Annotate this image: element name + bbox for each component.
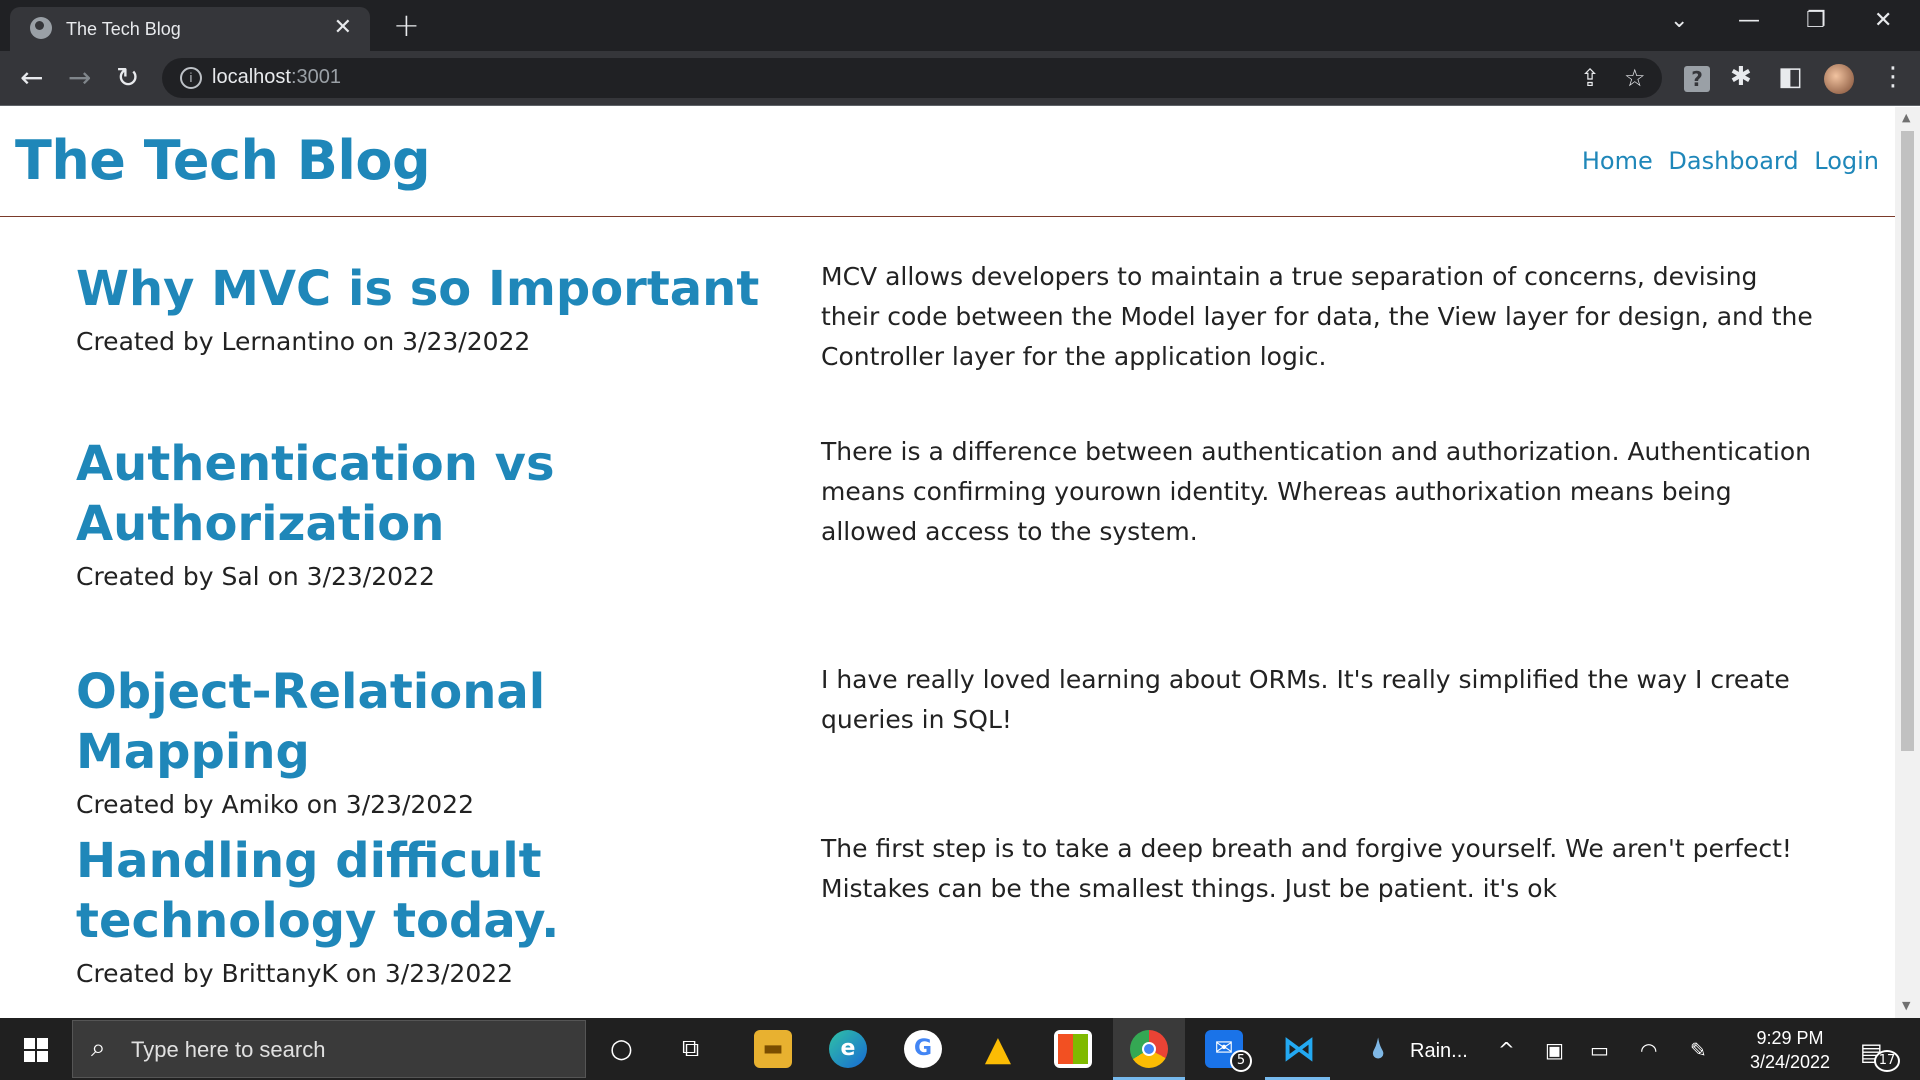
clock-date: 3/24/2022 [1749,1052,1831,1072]
clock-time: 9:29 PM [1756,1028,1824,1048]
globe-icon [30,17,52,39]
windows-taskbar: ⌕ Type here to search ○ ⧉ ▬ e G ▲ ✉ 5 ⋈ … [0,1018,1920,1080]
post-meta: Created by Amiko on 3/23/2022 [76,790,474,819]
restore-icon[interactable]: ❐ [1806,8,1826,33]
weather-text[interactable]: Rain... [1410,1040,1468,1063]
post-meta: Created by Sal on 3/23/2022 [76,562,435,591]
forward-icon[interactable]: → [68,61,91,94]
post-header: Handling difficult technology today. Cre… [76,831,776,988]
post-header: Authentication vs Authorization Created … [76,434,576,591]
pen-icon[interactable]: ✎ [1690,1038,1707,1062]
tray-chevron-icon[interactable]: ^ [1498,1038,1515,1062]
nav-dashboard-link[interactable]: Dashboard [1668,147,1798,175]
taskbar-search-box[interactable]: ⌕ Type here to search [72,1020,586,1078]
address-bar[interactable]: i localhost:3001 ⇪ ☆ [162,58,1662,98]
post-body: There is a difference between authentica… [821,437,1811,546]
browser-toolbar: ← → ↻ i localhost:3001 ⇪ ☆ ? ✱ ◧ ⋮ [0,51,1920,106]
notification-badge: 17 [1874,1050,1900,1072]
post-header: Why MVC is so Important Created by Lerna… [76,259,776,356]
battery-icon[interactable]: ▭ [1590,1038,1609,1062]
tab-title: The Tech Blog [66,19,181,39]
scroll-down-icon[interactable]: ▼ [1902,999,1910,1012]
close-window-icon[interactable]: ✕ [1874,8,1892,33]
browser-tab[interactable]: The Tech Blog ✕ [10,7,370,51]
microsoft-store-icon[interactable] [1054,1030,1092,1068]
task-view-icon[interactable]: ⧉ [682,1034,699,1062]
windows-start-icon[interactable] [24,1038,48,1062]
post-header: Object-Relational Mapping Created by Ami… [76,662,776,819]
profile-avatar[interactable] [1824,64,1854,94]
web-page: The Tech Blog Home Dashboard Login Why M… [0,107,1895,1018]
minimize-icon[interactable]: — [1738,8,1760,33]
post-title[interactable]: Handling difficult technology today. [76,831,776,951]
post-meta: Created by Lernantino on 3/23/2022 [76,327,531,356]
chrome-icon[interactable] [1130,1030,1168,1068]
header-divider [0,216,1895,217]
site-title[interactable]: The Tech Blog [15,129,431,192]
share-icon[interactable]: ⇪ [1580,64,1600,92]
post-title[interactable]: Why MVC is so Important [76,259,776,319]
google-icon[interactable]: G [904,1030,942,1068]
bookmark-star-icon[interactable]: ☆ [1624,64,1646,92]
post-meta: Created by BrittanyK on 3/23/2022 [76,959,514,988]
menu-kebab-icon[interactable]: ⋮ [1880,62,1906,92]
google-drive-icon[interactable]: ▲ [979,1030,1017,1068]
page-scrollbar[interactable]: ▲ ▼ [1895,107,1920,1018]
scroll-up-icon[interactable]: ▲ [1902,111,1910,124]
weather-icon[interactable]: 🌢 [1370,1032,1387,1066]
search-placeholder: Type here to search [131,1037,326,1062]
nav-login-link[interactable]: Login [1814,147,1879,175]
nav-home-link[interactable]: Home [1582,147,1653,175]
url-text: localhost:3001 [212,66,341,88]
meet-now-icon[interactable]: ▣ [1545,1038,1564,1062]
post-body: MCV allows developers to maintain a true… [821,262,1813,371]
browser-tab-bar: The Tech Blog ✕ + ⌄ — ❐ ✕ [0,0,1920,51]
close-tab-icon[interactable]: ✕ [334,15,352,40]
search-icon: ⌕ [91,1033,106,1063]
post-title[interactable]: Object-Relational Mapping [76,662,776,782]
scroll-thumb[interactable] [1901,131,1914,751]
post-title[interactable]: Authentication vs Authorization [76,434,576,554]
edge-icon[interactable]: e [829,1030,867,1068]
cortana-icon[interactable]: ○ [610,1034,633,1064]
file-explorer-icon[interactable]: ▬ [754,1030,792,1068]
post-body: The first step is to take a deep breath … [821,834,1792,903]
wifi-icon[interactable]: ◠ [1640,1038,1657,1062]
info-icon[interactable]: i [180,67,202,89]
taskbar-clock[interactable]: 9:29 PM 3/24/2022 [1720,1026,1860,1074]
tab-search-chevron-icon[interactable]: ⌄ [1670,8,1688,33]
reload-icon[interactable]: ↻ [116,61,139,94]
extensions-puzzle-icon[interactable]: ✱ [1730,62,1752,92]
vscode-icon[interactable]: ⋈ [1280,1030,1318,1068]
site-nav: Home Dashboard Login [1574,147,1879,175]
mail-badge: 5 [1230,1050,1252,1072]
help-extension-icon[interactable]: ? [1684,66,1710,92]
side-panel-icon[interactable]: ◧ [1778,62,1803,92]
new-tab-icon[interactable]: + [393,6,420,44]
post-body: I have really loved learning about ORMs.… [821,665,1790,734]
back-icon[interactable]: ← [20,61,43,94]
